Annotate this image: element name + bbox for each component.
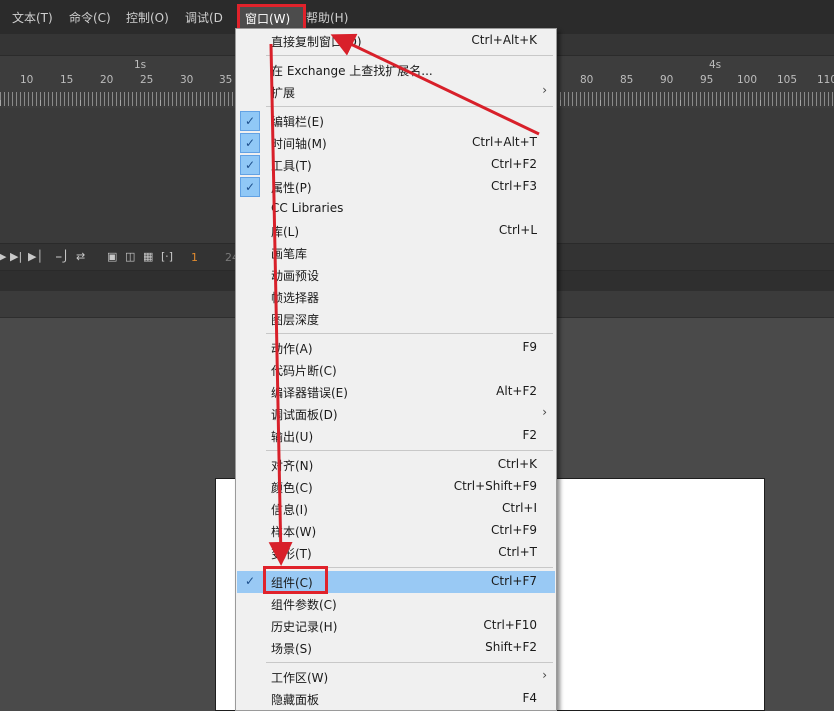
- onion-skin-icon[interactable]: ▣: [107, 250, 117, 263]
- current-frame-value[interactable]: 1: [191, 251, 198, 264]
- ruler-frame-label: 35: [219, 74, 233, 86]
- menu-separator: [266, 333, 553, 334]
- ruler-frame-label: 110: [817, 74, 834, 86]
- ruler-frame-label: 25: [140, 74, 154, 86]
- submenu-arrow-icon: ›: [542, 405, 547, 419]
- menu-item-color[interactable]: 颜色(C) Ctrl+Shift+F9: [237, 476, 555, 498]
- go-to-end-icon[interactable]: ▶│: [28, 250, 43, 263]
- ruler-second-label: 4s: [709, 59, 722, 71]
- menu-item-info[interactable]: 信息(I) Ctrl+I: [237, 498, 555, 520]
- checkmark-icon: ✓: [240, 133, 260, 153]
- menu-window-label: 窗口(W): [245, 12, 291, 26]
- menu-debug[interactable]: 调试(D: [185, 9, 223, 26]
- ruler-frame-label: 90: [660, 74, 674, 86]
- menu-text[interactable]: 文本(T): [12, 9, 53, 26]
- menu-item-code-snippets[interactable]: 代码片断(C): [237, 359, 555, 381]
- components-highlight-box: [263, 566, 328, 594]
- menu-item-scene[interactable]: 场景(S) Shift+F2: [237, 637, 555, 659]
- ruler-frame-label: 10: [20, 74, 34, 86]
- menu-item-compiler-errors[interactable]: 编译器错误(E) Alt+F2: [237, 381, 555, 403]
- menu-item-swatches[interactable]: 样本(W) Ctrl+F9: [237, 520, 555, 542]
- menu-separator: [266, 450, 553, 451]
- checkmark-icon: ✓: [244, 574, 256, 588]
- menu-item-layer-depth[interactable]: 图层深度: [237, 308, 555, 330]
- menu-item-exchange[interactable]: 在 Exchange 上查找扩展名...: [237, 59, 555, 81]
- menu-item-workspace[interactable]: 工作区(W) ›: [237, 666, 555, 688]
- checkmark-icon: ✓: [240, 155, 260, 175]
- checkmark-icon: ✓: [240, 177, 260, 197]
- menu-item-component-parameters[interactable]: 组件参数(C): [237, 593, 555, 615]
- center-frame-icon[interactable]: ⎯⎭: [56, 250, 70, 264]
- ruler-frame-label: 85: [620, 74, 634, 86]
- menu-separator: [266, 106, 553, 107]
- menu-item-library[interactable]: 库(L) Ctrl+L: [237, 220, 555, 242]
- menu-item-edit-bar[interactable]: ✓ 编辑栏(E): [237, 110, 555, 132]
- menu-item-timeline[interactable]: ✓ 时间轴(M) Ctrl+Alt+T: [237, 132, 555, 154]
- menu-control[interactable]: 控制(O): [126, 9, 169, 26]
- ruler-frame-label: 15: [60, 74, 74, 86]
- submenu-arrow-icon: ›: [542, 668, 547, 682]
- menu-item-tools[interactable]: ✓ 工具(T) Ctrl+F2: [237, 154, 555, 176]
- ruler-second-label: 1s: [134, 59, 147, 71]
- loop-icon[interactable]: ⇄: [76, 250, 85, 263]
- menu-item-cc-libraries[interactable]: CC Libraries: [237, 198, 555, 220]
- menu-separator: [266, 55, 553, 56]
- edit-multiple-frames-icon[interactable]: ▦: [143, 250, 153, 263]
- menu-commands[interactable]: 命令(C): [69, 9, 111, 26]
- menu-item-hide-panels[interactable]: 隐藏面板 F4: [237, 688, 555, 710]
- menu-item-actions[interactable]: 动作(A) F9: [237, 337, 555, 359]
- step-forward-icon[interactable]: ▶|: [10, 250, 22, 263]
- ruler-frame-label: 80: [580, 74, 594, 86]
- ruler-frame-label: 105: [777, 74, 798, 86]
- ruler-frame-label: 100: [737, 74, 758, 86]
- menu-item-debug-panels[interactable]: 调试面板(D) ›: [237, 403, 555, 425]
- onion-outline-icon[interactable]: ◫: [125, 250, 135, 263]
- modify-markers-icon[interactable]: [⋅]: [161, 250, 173, 263]
- menu-item-align[interactable]: 对齐(N) Ctrl+K: [237, 454, 555, 476]
- menu-item-duplicate-window[interactable]: 直接复制窗口(D) Ctrl+Alt+K: [237, 30, 555, 52]
- menu-item-motion-presets[interactable]: 动画预设: [237, 264, 555, 286]
- menu-item-transform[interactable]: 变形(T) Ctrl+T: [237, 542, 555, 564]
- ruler-frame-label: 30: [180, 74, 194, 86]
- menu-separator: [266, 662, 553, 663]
- checkmark-icon: ✓: [240, 111, 260, 131]
- menu-help[interactable]: 帮助(H): [306, 9, 348, 26]
- ruler-frame-label: 95: [700, 74, 714, 86]
- ruler-frame-label: 20: [100, 74, 114, 86]
- menu-item-properties[interactable]: ✓ 属性(P) Ctrl+F3: [237, 176, 555, 198]
- menu-item-output[interactable]: 输出(U) F2: [237, 425, 555, 447]
- window-menu-dropdown: 直接复制窗口(D) Ctrl+Alt+K 在 Exchange 上查找扩展名...…: [235, 28, 557, 711]
- submenu-arrow-icon: ›: [542, 83, 547, 97]
- menu-item-frame-picker[interactable]: 帧选择器: [237, 286, 555, 308]
- menu-item-history[interactable]: 历史记录(H) Ctrl+F10: [237, 615, 555, 637]
- menu-window[interactable]: 窗口(W): [237, 4, 306, 31]
- menu-item-brush-library[interactable]: 画笔库: [237, 242, 555, 264]
- play-icon[interactable]: ▶: [0, 250, 6, 263]
- menu-item-extensions[interactable]: 扩展 ›: [237, 81, 555, 103]
